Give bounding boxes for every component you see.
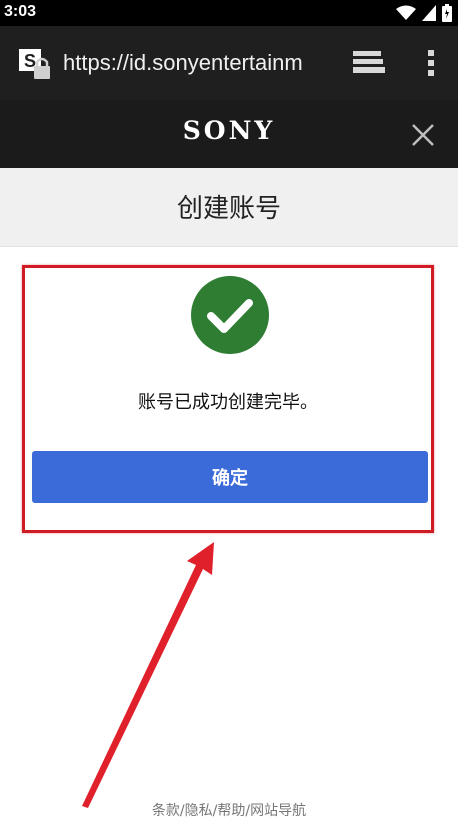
checkmark-icon — [191, 276, 269, 354]
footer-link-privacy[interactable]: 隐私 — [185, 803, 213, 819]
close-icon[interactable] — [408, 120, 438, 150]
sony-logo: SONY — [182, 116, 276, 145]
status-time: 3:03 — [4, 3, 37, 20]
site-lock-icon[interactable]: S — [18, 48, 52, 82]
success-card: 账号已成功创建完毕。 确定 — [22, 265, 434, 533]
sony-header: SONY — [0, 100, 458, 168]
wifi-icon — [396, 5, 416, 20]
url-bar[interactable]: https://id.sonyentertainm — [63, 50, 325, 80]
tabs-icon[interactable] — [350, 48, 386, 78]
footer-link-terms[interactable]: 条款 — [152, 803, 180, 819]
status-icons — [396, 4, 452, 22]
signal-icon — [422, 5, 436, 21]
overflow-menu-icon[interactable] — [424, 46, 438, 80]
success-message: 账号已成功创建完毕。 — [138, 392, 318, 413]
page-title-bar: 创建账号 — [0, 168, 458, 247]
status-bar: 3:03 — [0, 0, 458, 26]
footer-link-sitemap[interactable]: 网站导航 — [250, 803, 306, 819]
footer-link-help[interactable]: 帮助 — [217, 803, 245, 819]
confirm-button[interactable]: 确定 — [32, 451, 428, 503]
battery-icon — [442, 4, 452, 22]
browser-toolbar: S https://id.sonyentertainm — [0, 26, 458, 100]
footer-links: 条款/隐私/帮助/网站导航 — [0, 800, 458, 820]
page-title: 创建账号 — [176, 194, 281, 224]
